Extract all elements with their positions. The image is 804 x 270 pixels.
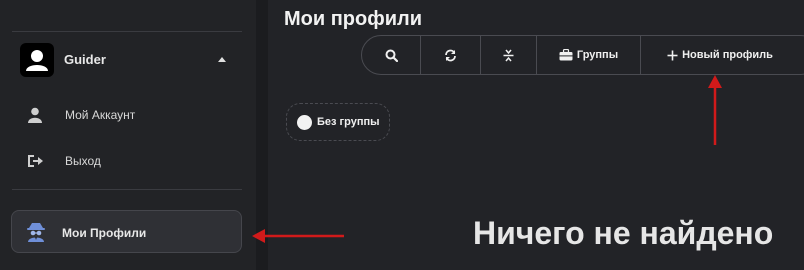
annotation-arrow-up [708, 75, 722, 145]
sidebar: Guider Мой Аккаунт Выход Мои Профили [0, 0, 256, 270]
empty-state-message: Ничего не найдено [473, 215, 774, 251]
search-button[interactable] [362, 36, 421, 74]
search-icon [385, 49, 398, 62]
avatar-user-icon [26, 50, 48, 71]
toolbar: Группы Новый профиль [361, 35, 804, 75]
account-name: Guider [64, 52, 106, 67]
sidebar-item-account[interactable]: Мой Аккаунт [12, 97, 242, 133]
briefcase-icon [559, 49, 573, 61]
refresh-icon [445, 49, 456, 61]
sidebar-item-account-label: Мой Аккаунт [65, 108, 136, 122]
sidebar-divider-bottom [12, 189, 242, 190]
group-color-dot [297, 114, 312, 130]
user-icon [28, 107, 42, 123]
group-chip-no-group[interactable]: Без группы [286, 103, 390, 141]
sidebar-item-my-profiles-label: Мои Профили [62, 226, 147, 240]
groups-button[interactable]: Группы [537, 36, 641, 74]
refresh-button[interactable] [421, 36, 481, 74]
annotation-arrow-left [252, 229, 344, 243]
plus-icon [667, 50, 678, 60]
sidebar-item-my-profiles[interactable]: Мои Профили [11, 210, 242, 253]
caret-up-icon[interactable] [218, 57, 226, 62]
new-profile-button-label: Новый профиль [682, 49, 773, 61]
groups-button-label: Группы [576, 49, 619, 61]
sidebar-item-logout-label: Выход [65, 154, 101, 168]
sidebar-item-logout[interactable]: Выход [12, 143, 242, 179]
spy-agent-icon [27, 223, 45, 242]
sidebar-divider-top [12, 31, 242, 32]
logout-icon [28, 155, 43, 167]
collapse-button[interactable] [481, 36, 537, 74]
group-chip-label: Без группы [317, 116, 380, 128]
collapse-vertical-icon [503, 49, 514, 61]
avatar [20, 43, 54, 77]
new-profile-button[interactable]: Новый профиль [641, 36, 799, 74]
account-toggle[interactable]: Guider [12, 40, 242, 80]
page-title: Мои профили [284, 8, 423, 30]
